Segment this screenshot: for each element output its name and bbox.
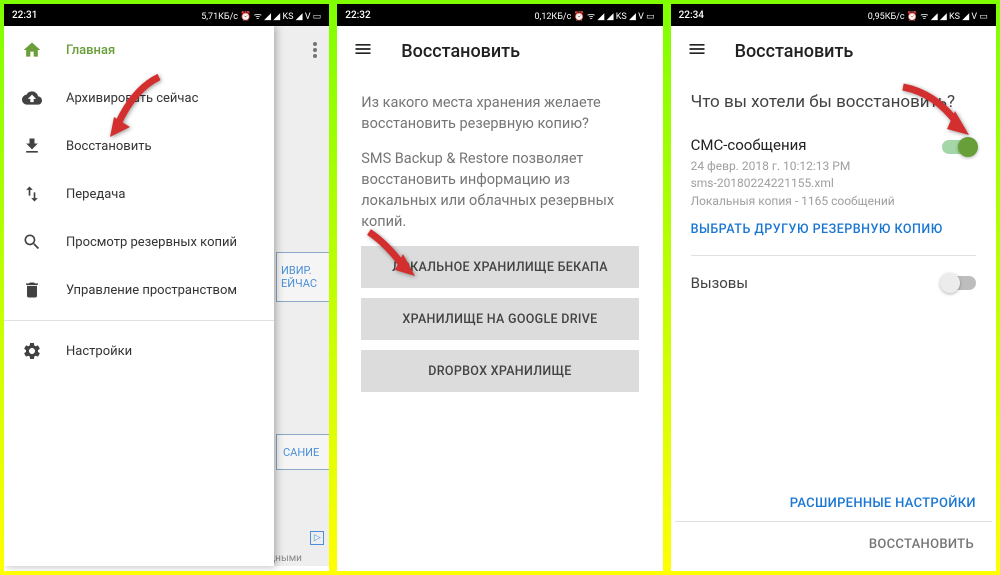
app-bar: Восстановить	[337, 26, 662, 76]
drawer-item-home[interactable]: Главная	[4, 26, 274, 74]
dropbox-button[interactable]: DROPBOX ХРАНИЛИЩЕ	[361, 350, 638, 392]
drawer-item-backup[interactable]: Архивировать сейчас	[4, 74, 274, 122]
local-storage-button[interactable]: ЛОКАЛЬНОЕ ХРАНИЛИЩЕ БЕКАПА	[361, 246, 638, 288]
drawer-item-label: Главная	[66, 43, 115, 58]
drawer-item-label: Настройки	[66, 344, 132, 359]
sms-file: sms-20180224221155.xml	[691, 175, 976, 192]
drawer-item-view[interactable]: Просмотр резервных копий	[4, 218, 274, 266]
status-bar: 22:32 0,12КБ/с ⏰ ᯤ ◢ ◢ KS ◢ V ▭	[337, 4, 662, 26]
sms-restore-item[interactable]: СМС-сообщения 24 февр. 2018 г. 10:12:13 …	[691, 136, 976, 210]
sms-date: 24 февр. 2018 г. 10:12:13 PM	[691, 158, 976, 175]
sms-count: Локальныя копия - 1165 сообщений	[691, 193, 976, 210]
sms-toggle[interactable]	[942, 140, 976, 154]
app-bar-title: Восстановить	[401, 41, 520, 62]
status-icons: 0,12КБ/с ⏰ ᯤ ◢ ◢ KS ◢ V ▭	[534, 9, 654, 22]
kebab-menu-icon[interactable]	[313, 42, 317, 62]
panel-restore-options: 22:34 0,95КБ/с ⏰ ᯤ ◢ ◢ KS ◢ V ▭ Восстано…	[667, 0, 1000, 575]
calls-restore-item[interactable]: Вызовы	[691, 274, 976, 292]
calls-toggle[interactable]	[942, 276, 976, 290]
panel-restore-source: 22:32 0,12КБ/с ⏰ ᯤ ◢ ◢ KS ◢ V ▭ Восстано…	[333, 0, 666, 575]
sms-title: СМС-сообщения	[691, 136, 976, 154]
status-icons: 5,71КБ/с ⏰ ᯤ ◢ ◢ KS ◢ V ▭	[201, 9, 321, 22]
app-bar: Восстановить	[671, 26, 996, 76]
divider	[691, 255, 976, 256]
choose-other-link[interactable]: ВЫБРАТЬ ДРУГУЮ РЕЗЕРВНУЮ КОПИЮ	[691, 222, 976, 237]
ad-close-icon[interactable]: ▷	[310, 531, 324, 545]
drawer-item-restore[interactable]: Восстановить	[4, 122, 274, 170]
content: Что вы хотели бы восстановить? СМС-сообщ…	[671, 76, 996, 308]
drawer-item-label: Управление пространством	[66, 283, 237, 298]
drawer-item-settings[interactable]: Настройки	[4, 327, 274, 375]
prompt-text-2: SMS Backup & Restore позволяет восстанов…	[361, 148, 638, 232]
transfer-icon	[22, 184, 50, 204]
status-time: 22:31	[12, 10, 37, 21]
drawer-item-label: Архивировать сейчас	[66, 91, 198, 106]
prompt-text-1: Из какого места хранения желаете восстан…	[361, 92, 638, 134]
bottom-action-bar: ВОССТАНОВИТЬ	[675, 521, 992, 567]
status-bar: 22:31 5,71КБ/с ⏰ ᯤ ◢ ◢ KS ◢ V ▭	[4, 4, 329, 26]
drawer-item-label: Просмотр резервных копий	[66, 235, 237, 250]
search-icon	[22, 232, 50, 252]
hamburger-icon[interactable]	[687, 39, 707, 63]
drawer-item-manage[interactable]: Управление пространством	[4, 266, 274, 314]
divider	[4, 320, 274, 321]
google-drive-button[interactable]: ХРАНИЛИЩЕ НА GOOGLE DRIVE	[361, 298, 638, 340]
bg-button-2: САНИЕ	[276, 434, 333, 470]
trash-icon	[22, 280, 50, 300]
drawer-item-label: Восстановить	[66, 139, 152, 154]
drawer-item-label: Передача	[66, 187, 125, 202]
navigation-drawer: Главная Архивировать сейчас Восстановить…	[4, 26, 274, 566]
status-time: 22:32	[345, 10, 370, 21]
gear-icon	[22, 341, 50, 361]
question-text: Что вы хотели бы восстановить?	[691, 92, 976, 112]
home-icon	[22, 40, 50, 60]
content: Из какого места хранения желаете восстан…	[337, 76, 662, 418]
panel-drawer: 22:31 5,71КБ/с ⏰ ᯤ ◢ ◢ KS ◢ V ▭ ИВИР.ЕЙЧ…	[0, 0, 333, 575]
status-time: 22:34	[679, 10, 704, 21]
status-bar: 22:34 0,95КБ/с ⏰ ᯤ ◢ ◢ KS ◢ V ▭	[671, 4, 996, 26]
download-icon	[22, 136, 50, 156]
calls-label: Вызовы	[691, 274, 748, 292]
hamburger-icon[interactable]	[353, 39, 373, 63]
status-icons: 0,95КБ/с ⏰ ᯤ ◢ ◢ KS ◢ V ▭	[868, 9, 988, 22]
restore-button[interactable]: ВОССТАНОВИТЬ	[869, 537, 974, 552]
cloud-upload-icon	[22, 88, 50, 108]
app-bar-title: Восстановить	[735, 41, 854, 62]
drawer-item-transfer[interactable]: Передача	[4, 170, 274, 218]
bg-button-1: ИВИР.ЕЙЧАС	[276, 252, 333, 302]
advanced-settings-link[interactable]: РАСШИРЕННЫЕ НАСТРОЙКИ	[790, 496, 976, 511]
